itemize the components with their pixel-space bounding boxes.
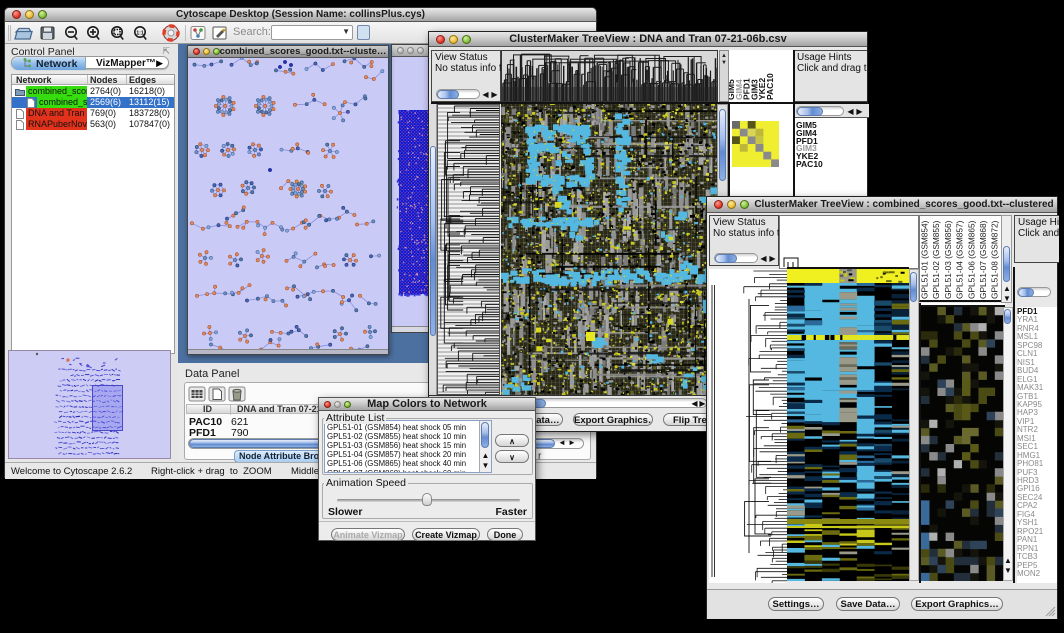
svg-text:GPL51-07 (GSM868): GPL51-07 (GSM868): [978, 220, 988, 299]
svg-text:GPL51-04 (GSM857): GPL51-04 (GSM857): [955, 220, 965, 299]
svg-text:GPL51-06 (GSM865): GPL51-06 (GSM865): [966, 220, 976, 299]
svg-text:GPL51-02 (GSM855): GPL51-02 (GSM855): [931, 220, 941, 299]
svg-text:GPL51-08 (GSM872): GPL51-08 (GSM872): [990, 220, 1000, 299]
svg-text:PAC10: PAC10: [765, 73, 775, 100]
svg-text:GPL51-01 (GSM854): GPL51-01 (GSM854): [920, 220, 930, 299]
svg-text:GPL51-03 (GSM856): GPL51-03 (GSM856): [943, 220, 953, 299]
svg-text:1:1: 1:1: [136, 31, 143, 37]
